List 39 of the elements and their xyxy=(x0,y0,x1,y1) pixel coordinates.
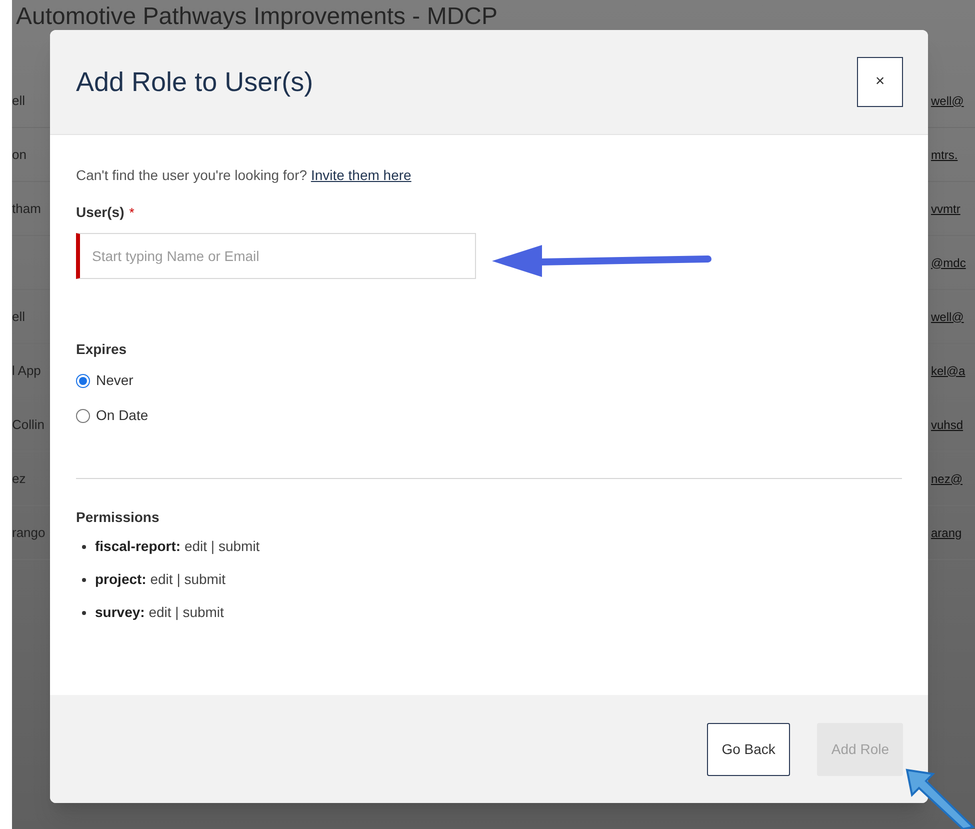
user-name: Collin xyxy=(12,416,45,434)
user-name: ell xyxy=(12,92,26,110)
email-link[interactable]: nez@ xyxy=(931,470,975,488)
email-link[interactable]: kel@a xyxy=(931,362,975,380)
email-link[interactable]: arang xyxy=(931,524,975,542)
user-name: l App xyxy=(12,362,41,380)
user-name: rango xyxy=(12,524,46,542)
permissions-label: Permissions xyxy=(76,508,160,527)
annotation-arrow xyxy=(905,768,975,829)
dialog-title: Add Role to User(s) xyxy=(76,66,314,99)
permission-text: survey: edit | submit xyxy=(95,603,224,622)
email-link[interactable]: mtrs. xyxy=(931,146,975,164)
bullet-icon xyxy=(82,610,86,614)
permission-text: project: edit | submit xyxy=(95,570,226,589)
user-search-field[interactable]: Start typing Name or Email xyxy=(76,233,476,279)
radio-button[interactable] xyxy=(76,408,90,422)
invite-link[interactable]: Invite them here xyxy=(310,167,412,183)
user-name: on xyxy=(12,146,26,164)
email-link[interactable]: vuhsd xyxy=(931,416,975,434)
close-button[interactable]: × xyxy=(857,57,903,107)
email-link[interactable]: @mdc xyxy=(931,254,975,272)
expires-label: Expires xyxy=(76,340,128,359)
user-name: ell xyxy=(12,308,26,326)
page-title: Automotive Pathways Improvements - MDCP xyxy=(16,4,498,30)
radio-label: On Date xyxy=(96,406,148,425)
user-name: ez xyxy=(12,470,26,488)
field-label: User(s) xyxy=(76,203,124,222)
bullet-icon xyxy=(82,544,86,548)
go-back-button[interactable]: Go Back xyxy=(706,722,790,776)
permission-text: fiscal-report: edit | submit xyxy=(95,537,260,556)
email-link[interactable]: well@ xyxy=(931,308,975,326)
radio-button[interactable] xyxy=(76,374,90,388)
email-link[interactable]: vvmtr xyxy=(931,200,975,218)
user-name: tham xyxy=(12,200,41,218)
hint-text: Can't find the user you're looking for? Invite them here xyxy=(76,166,412,185)
email-link[interactable]: well@ xyxy=(931,92,975,110)
required-mark: * xyxy=(129,204,134,222)
radio-label: Never xyxy=(96,371,134,390)
bullet-icon xyxy=(82,578,86,582)
